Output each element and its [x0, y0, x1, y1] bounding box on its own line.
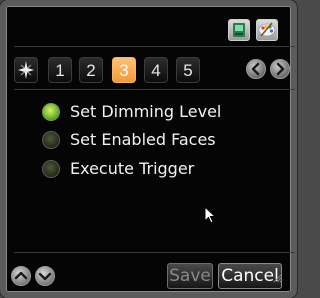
previous-button[interactable] — [246, 59, 266, 79]
star-icon — [18, 61, 34, 79]
tab-row: 1 2 3 4 5 — [14, 57, 295, 83]
option-label: Execute Trigger — [70, 159, 195, 178]
next-button[interactable] — [270, 59, 290, 79]
dialog-window: 1 2 3 4 5 Set Dimming Level Set Enabled … — [0, 0, 297, 298]
tab-4[interactable]: 4 — [144, 57, 168, 83]
option-label: Set Enabled Faces — [70, 130, 216, 149]
mouse-cursor-icon — [204, 206, 217, 224]
radio-button[interactable] — [42, 160, 60, 178]
chevron-right-icon — [276, 62, 285, 76]
option-set-enabled-faces[interactable]: Set Enabled Faces — [42, 129, 282, 151]
tabs-divider — [14, 89, 295, 90]
option-execute-trigger[interactable]: Execute Trigger — [42, 158, 282, 180]
save-button[interactable]: Save — [167, 263, 213, 289]
footer-divider — [14, 252, 295, 253]
radio-button[interactable] — [42, 131, 60, 149]
header-divider — [14, 46, 295, 47]
tab-3[interactable]: 3 — [112, 57, 136, 83]
tab-star[interactable] — [14, 57, 38, 83]
resize-grip-icon[interactable] — [272, 273, 282, 283]
chevron-left-icon — [251, 62, 260, 76]
scroll-down-button[interactable] — [35, 266, 55, 286]
screen-icon[interactable] — [228, 19, 250, 41]
palette-icon[interactable] — [256, 19, 278, 41]
chevron-down-icon — [38, 272, 52, 281]
tab-1[interactable]: 1 — [48, 57, 72, 83]
option-label: Set Dimming Level — [70, 102, 222, 121]
option-set-dimming-level[interactable]: Set Dimming Level — [42, 101, 282, 123]
tab-5[interactable]: 5 — [176, 57, 200, 83]
chevron-up-icon — [14, 271, 28, 280]
tab-2[interactable]: 2 — [79, 57, 103, 83]
scroll-up-button[interactable] — [11, 266, 31, 286]
radio-button[interactable] — [42, 103, 60, 121]
